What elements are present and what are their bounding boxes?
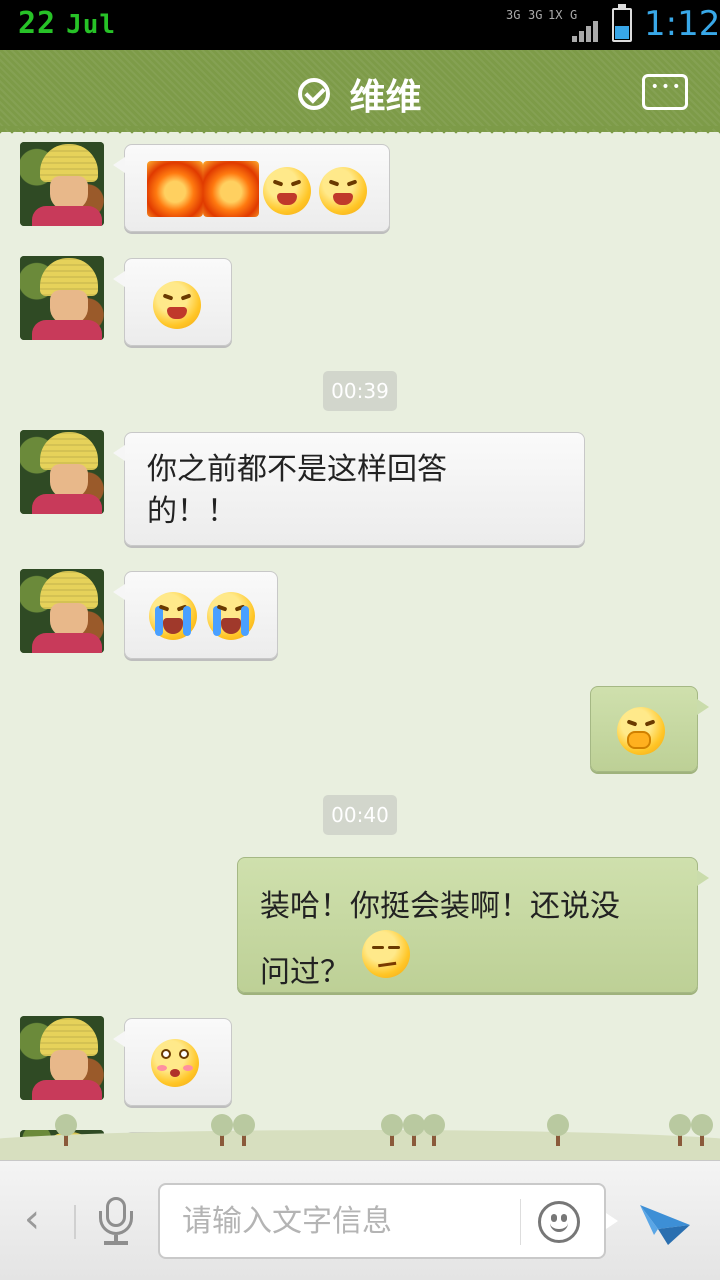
smug-emoji-icon	[362, 930, 410, 978]
grimace-emoji-icon	[153, 281, 201, 329]
chevron-left-icon[interactable]: ‹	[24, 1199, 54, 1243]
battery-icon	[612, 4, 632, 42]
crying-emoji-icon	[207, 592, 255, 640]
message-bubble-outgoing[interactable]	[590, 686, 709, 772]
status-date-day: 22	[18, 6, 57, 41]
cover-mouth-emoji-icon	[617, 707, 665, 755]
message-bubble-incoming[interactable]	[113, 258, 232, 346]
angry-fire-emoji-icon	[203, 161, 259, 217]
grimace-emoji-icon	[319, 167, 367, 215]
header-zigzag-edge	[0, 126, 720, 138]
divider	[74, 1205, 76, 1239]
check-circle-icon	[298, 78, 331, 110]
network-3g-label-2: 3G	[528, 8, 543, 22]
status-bar: 22 Jul 3G 3G 1X G 1:12	[0, 0, 720, 50]
contact-avatar[interactable]	[20, 1016, 104, 1100]
smiley-icon[interactable]	[538, 1201, 580, 1243]
status-date-month: Jul	[66, 10, 117, 40]
message-input-bar: ‹	[0, 1160, 720, 1280]
message-bubble-incoming[interactable]: 你之前都不是这样回答 的！！	[113, 432, 585, 546]
message-bubble-incoming[interactable]	[113, 144, 390, 232]
network-3g-label: 3G	[506, 8, 521, 22]
contact-avatar[interactable]	[20, 142, 104, 226]
timestamp-pill: 00:39	[323, 371, 397, 411]
chat-title: 维维	[349, 77, 422, 118]
signal-bars-icon	[572, 20, 602, 42]
message-input-box	[158, 1183, 618, 1259]
microphone-icon[interactable]	[96, 1197, 136, 1245]
paper-plane-icon[interactable]	[638, 1195, 692, 1247]
contact-avatar[interactable]	[20, 256, 104, 340]
crying-emoji-icon	[149, 592, 197, 640]
pouting-emoji-icon	[151, 1039, 199, 1087]
grimace-emoji-icon	[263, 167, 311, 215]
network-1x-label: 1X	[548, 8, 563, 22]
message-bubble-incoming[interactable]	[113, 571, 278, 659]
message-input[interactable]	[182, 1199, 512, 1243]
status-time: 1:12	[644, 4, 720, 44]
contact-avatar[interactable]	[20, 569, 104, 653]
timestamp-pill: 00:40	[323, 795, 397, 835]
background-landscape	[0, 1100, 720, 1160]
contact-avatar[interactable]	[20, 430, 104, 514]
status-date: 22 Jul	[18, 6, 116, 41]
message-bubble-incoming[interactable]	[113, 1018, 232, 1106]
more-menu-button[interactable]	[642, 74, 688, 110]
network-indicators: 3G 3G 1X G	[506, 8, 606, 42]
chat-header: 维维	[0, 50, 720, 132]
message-bubble-outgoing[interactable]: 装哈！你挺会装啊！还说没 问过？	[237, 857, 709, 993]
message-text: 你之前都不是这样回答 的！！	[147, 452, 447, 529]
divider	[520, 1199, 521, 1245]
angry-fire-emoji-icon	[147, 161, 203, 217]
message-text: 装哈！你挺会装啊！还说没 问过？	[260, 889, 620, 990]
